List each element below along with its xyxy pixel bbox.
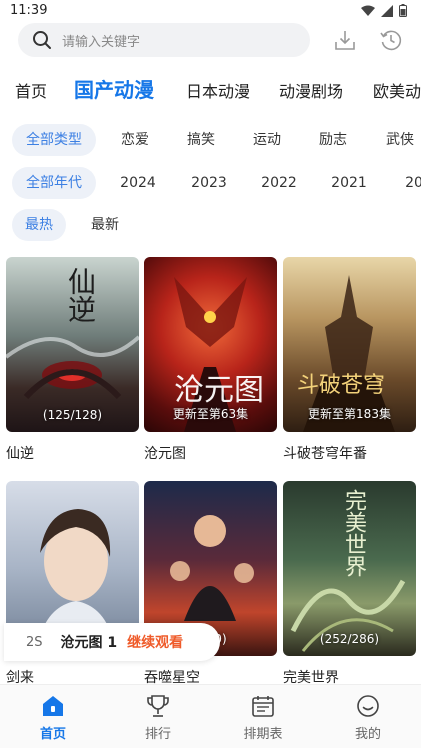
- episode-badge: (125/128): [42, 408, 103, 422]
- nav-schedule[interactable]: 排期表: [223, 693, 303, 742]
- year-chip[interactable]: 2021: [324, 167, 374, 199]
- nav-profile[interactable]: 我的: [328, 693, 408, 742]
- anime-card[interactable]: 仙逆 (125/128) 仙逆: [6, 257, 139, 462]
- genre-chip[interactable]: 搞笑: [176, 124, 226, 156]
- year-chip-all[interactable]: 全部年代: [12, 167, 96, 199]
- search-row: 请输入关键字: [0, 22, 421, 58]
- anime-card[interactable]: 沧元图 更新至第63集 沧元图: [144, 257, 277, 462]
- nav-home-label: 首页: [39, 727, 66, 742]
- tab-western-anime[interactable]: 欧美动: [373, 78, 421, 102]
- year-filter-row: 全部年代 2024 2023 2022 2021 20: [0, 167, 421, 199]
- sort-chip-hottest[interactable]: 最热: [12, 209, 66, 241]
- history-icon[interactable]: [379, 28, 403, 52]
- genre-chip-all[interactable]: 全部类型: [12, 124, 96, 156]
- status-icons: [361, 4, 407, 17]
- poster-calligraphy: 仙逆: [64, 267, 97, 323]
- year-chip[interactable]: 2022: [254, 167, 304, 199]
- trophy-icon: [147, 695, 169, 717]
- resume-episode: 2S: [26, 634, 43, 650]
- resume-title: 沧元图 1: [60, 635, 118, 651]
- genre-chip[interactable]: 武侠: [375, 124, 421, 156]
- year-chip[interactable]: 2024: [113, 167, 163, 199]
- genre-chip[interactable]: 励志: [308, 124, 358, 156]
- continue-watching-button[interactable]: 继续观看: [127, 632, 183, 652]
- genre-chip[interactable]: 运动: [242, 124, 292, 156]
- sort-filter-row: 最热 最新: [0, 209, 421, 241]
- continue-watching-bar[interactable]: 2S 沧元图 1 继续观看: [4, 623, 220, 661]
- poster-image: 沧元图 更新至第63集: [144, 257, 277, 432]
- card-title: 仙逆: [6, 446, 34, 462]
- poster-image: 仙逆 (125/128): [6, 257, 139, 432]
- wifi-icon: [361, 5, 375, 16]
- episode-badge: (252/286): [319, 632, 380, 646]
- nav-schedule-label: 排期表: [243, 727, 283, 742]
- tab-domestic-anime[interactable]: 国产动漫: [74, 74, 154, 103]
- poster-calligraphy: 沧元图: [174, 373, 264, 408]
- nav-ranking[interactable]: 排行: [118, 693, 198, 742]
- status-time: 11:39: [10, 3, 48, 18]
- nav-home[interactable]: 首页: [13, 693, 93, 742]
- search-placeholder: 请输入关键字: [62, 34, 141, 50]
- genre-chip[interactable]: 恋爱: [110, 124, 160, 156]
- sort-chip-newest[interactable]: 最新: [80, 209, 130, 241]
- smile-icon: [357, 695, 379, 717]
- search-input[interactable]: 请输入关键字: [18, 23, 310, 57]
- home-icon: [43, 696, 63, 716]
- anime-card[interactable]: 斗破苍穹 更新至第183集 斗破苍穹年番: [283, 257, 416, 462]
- tab-home[interactable]: 首页: [15, 78, 47, 102]
- card-title: 斗破苍穹年番: [283, 446, 367, 462]
- poster-image: 斗破苍穹 更新至第183集: [283, 257, 416, 432]
- card-title: 沧元图: [144, 446, 186, 462]
- year-chip[interactable]: 2023: [184, 167, 234, 199]
- tab-anime-theater[interactable]: 动漫剧场: [279, 78, 343, 102]
- nav-profile-label: 我的: [354, 727, 381, 742]
- signal-icon: [381, 4, 393, 17]
- category-tabs: 首页 国产动漫 日本动漫 动漫剧场 欧美动: [0, 74, 421, 106]
- episode-badge: 更新至第63集: [172, 407, 249, 421]
- genre-filter-row: 全部类型 恋爱 搞笑 运动 励志 武侠: [0, 124, 421, 156]
- episode-badge: 更新至第183集: [308, 407, 391, 421]
- tab-japanese-anime[interactable]: 日本动漫: [186, 78, 250, 102]
- bottom-nav: 首页 排行 排期表 我的: [0, 684, 421, 748]
- battery-icon: [399, 4, 407, 17]
- year-chip[interactable]: 20: [394, 167, 421, 199]
- status-bar: 11:39: [0, 0, 421, 22]
- poster-calligraphy: 完美世界: [341, 489, 366, 577]
- poster-calligraphy: 斗破苍穹: [297, 373, 386, 398]
- calendar-icon: [252, 696, 274, 717]
- anime-card[interactable]: 完美世界 (252/286) 完美世界: [283, 481, 416, 686]
- search-icon: [33, 31, 51, 49]
- poster-image: 完美世界 (252/286): [283, 481, 416, 656]
- download-icon[interactable]: [333, 28, 357, 52]
- nav-ranking-label: 排行: [144, 727, 171, 742]
